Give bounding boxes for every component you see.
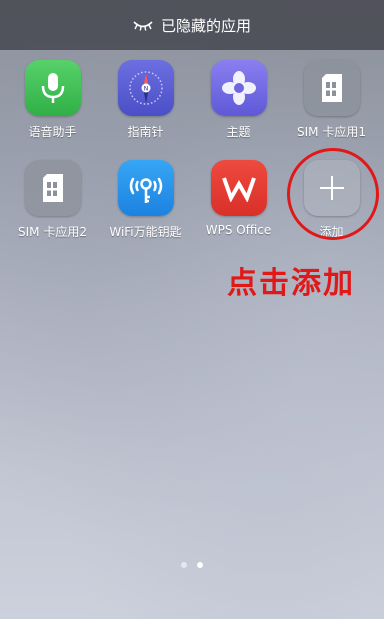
app-row-1: 语音助手 N 指南针 主题 SIM 卡应用1 (0, 60, 384, 140)
flower-icon (210, 60, 267, 116)
wps-icon (210, 160, 267, 216)
compass-icon: N (117, 60, 174, 116)
hidden-apps-screen: 已隐藏的应用 语音助手 N 指南针 主题 SIM 卡应用1 SIM 卡应用2 W… (0, 0, 384, 619)
app-wps-office[interactable]: WPS Office (192, 160, 285, 240)
app-theme[interactable]: 主题 (192, 60, 285, 140)
app-label: SIM 卡应用1 (297, 125, 366, 139)
app-label: 主题 (226, 125, 251, 139)
svg-text:N: N (143, 86, 148, 93)
app-label: SIM 卡应用2 (18, 225, 87, 239)
header-bar: 已隐藏的应用 (0, 0, 384, 50)
app-compass[interactable]: N 指南针 (99, 60, 192, 140)
sim-card-icon (303, 60, 360, 116)
app-voice-assistant[interactable]: 语音助手 (6, 60, 99, 140)
page-dot-2[interactable] (197, 562, 203, 568)
app-sim-card-1[interactable]: SIM 卡应用1 (285, 60, 378, 140)
microphone-icon (24, 60, 81, 116)
app-label: 语音助手 (28, 125, 77, 139)
sim-card-icon (24, 160, 81, 216)
annotation-text: 点击添加 (227, 266, 355, 301)
app-label: WiFi万能钥匙 (109, 225, 182, 239)
app-wifi-key[interactable]: WiFi万能钥匙 (99, 160, 192, 240)
annotation-circle (287, 148, 379, 240)
wifi-key-icon (117, 160, 174, 216)
app-label: WPS Office (205, 223, 272, 237)
app-sim-card-2[interactable]: SIM 卡应用2 (6, 160, 99, 240)
page-indicator (0, 562, 384, 568)
page-title: 已隐藏的应用 (160, 16, 251, 35)
page-dot-1[interactable] (181, 562, 187, 568)
app-label: 指南针 (127, 125, 164, 139)
closed-eye-icon (133, 21, 153, 31)
